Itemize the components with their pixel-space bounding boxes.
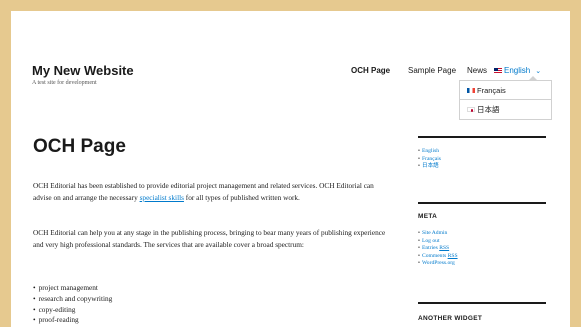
- dropdown-item-francais[interactable]: Français: [460, 81, 551, 100]
- meta-link-wordpress-org[interactable]: WordPress.org: [418, 260, 458, 268]
- list-item: research and copywriting: [33, 294, 113, 305]
- widget-divider: [418, 302, 546, 304]
- meta-link-label[interactable]: WordPress.org: [422, 260, 455, 266]
- nav-item-sample-page[interactable]: Sample Page: [408, 66, 456, 75]
- meta-link-label[interactable]: Log out: [422, 238, 440, 244]
- meta-link-label[interactable]: Site Admin: [422, 230, 447, 236]
- meta-link-text: WordPress.org: [421, 260, 455, 267]
- meta-widget-title: META: [418, 213, 438, 220]
- meta-widget-list: Site Admin Log out Entries RSS Comments …: [418, 230, 458, 268]
- widget-divider: [418, 202, 546, 204]
- languages-widget-list: English Français 日本語: [418, 148, 441, 171]
- dropdown-item-japanese[interactable]: 日本語: [460, 100, 551, 119]
- dropdown-item-label: 日本語: [477, 105, 500, 114]
- meta-link-text: Site Admin: [421, 230, 448, 236]
- specialist-skills-link[interactable]: specialist skills: [140, 193, 184, 202]
- language-link-label[interactable]: Français: [422, 156, 441, 162]
- dropdown-item-label: Français: [477, 86, 506, 95]
- services-list: project management research and copywrit…: [33, 283, 113, 326]
- fr-flag-icon: [467, 88, 475, 93]
- services-paragraph: OCH Editorial can help you at any stage …: [33, 228, 386, 249]
- language-link-label[interactable]: 日本語: [422, 163, 439, 169]
- nav-item-language-english[interactable]: English ⌄: [494, 66, 541, 75]
- meta-link-entries-rss[interactable]: Entries RSS: [418, 245, 458, 253]
- meta-link-text: Log out: [421, 237, 440, 244]
- list-item: copy-editing: [33, 305, 112, 316]
- widget-divider: [418, 136, 546, 138]
- meta-link-label[interactable]: Entries RSS: [422, 245, 449, 251]
- chevron-down-icon[interactable]: ⌄: [535, 67, 541, 75]
- list-item: project management: [33, 283, 112, 294]
- intro-paragraph: OCH Editorial has been established to pr…: [33, 180, 388, 203]
- language-link-label[interactable]: English: [422, 148, 439, 154]
- intro-text-end: for all types of published written work.: [183, 192, 300, 202]
- site-description: A test site for development: [32, 80, 97, 86]
- nav-item-och-page[interactable]: OCH Page: [351, 66, 390, 75]
- meta-link-label[interactable]: Comments RSS: [422, 253, 458, 259]
- language-link-japanese[interactable]: 日本語: [418, 163, 441, 171]
- language-link-english[interactable]: English: [418, 148, 441, 156]
- language-dropdown: Français 日本語: [459, 76, 552, 120]
- page-title: OCH Page: [33, 136, 126, 157]
- page-container: My New Website A test site for developme…: [11, 11, 570, 327]
- another-widget-title: ANOTHER WIDGET: [418, 315, 483, 322]
- jp-flag-icon: [467, 107, 475, 112]
- site-title[interactable]: My New Website: [32, 63, 134, 78]
- list-item: proof-reading: [33, 315, 112, 326]
- meta-link-text: Entries: [421, 245, 440, 252]
- rss-abbr: RSS: [447, 252, 458, 259]
- nav-item-news[interactable]: News: [467, 66, 487, 75]
- meta-link-comments-rss[interactable]: Comments RSS: [418, 253, 458, 261]
- meta-link-log-out[interactable]: Log out: [418, 238, 458, 246]
- meta-link-text: Comments: [421, 252, 448, 259]
- nav-language-label: English: [504, 66, 531, 75]
- rss-abbr: RSS: [439, 245, 450, 252]
- meta-link-site-admin[interactable]: Site Admin: [418, 230, 458, 238]
- gb-flag-icon: [494, 68, 502, 73]
